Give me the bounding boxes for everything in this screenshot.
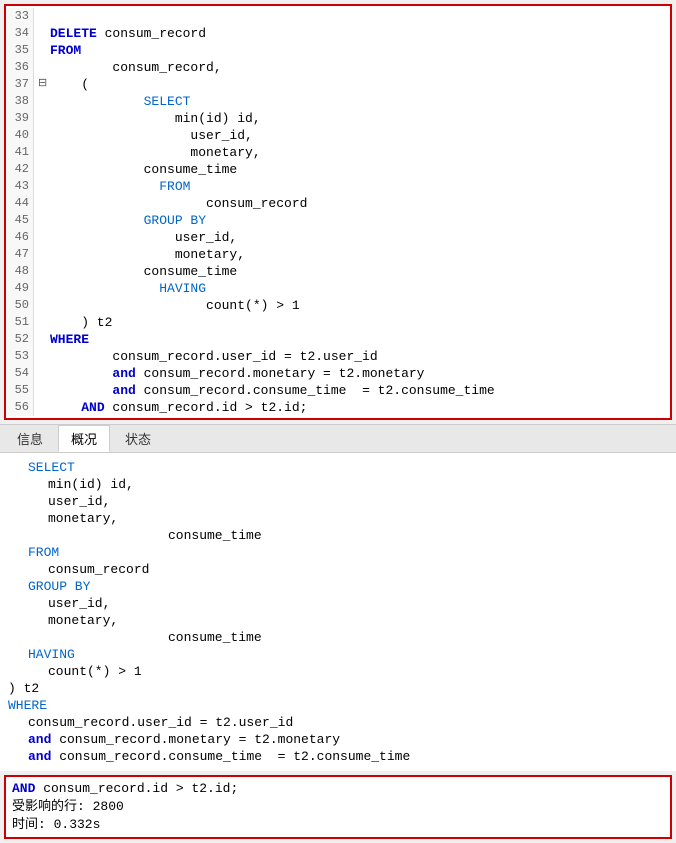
code-line-48: 48 consume_time: [6, 263, 670, 280]
bottom-line-10: ) t2: [8, 680, 668, 697]
bottom-line-3: monetary,: [8, 510, 668, 527]
code-line-34: 34 DELETE consum_record: [6, 25, 670, 42]
tab-status[interactable]: 状态: [112, 425, 164, 452]
bottom-line-9: count(*) > 1: [8, 663, 668, 680]
code-line-54: 54 and consum_record.monetary = t2.monet…: [6, 365, 670, 382]
bottom-sql-content: SELECT min(id) id, user_id, monetary, co…: [8, 457, 668, 767]
bottom-line-from: FROM: [8, 544, 668, 561]
code-line-51: 51 ) t2: [6, 314, 670, 331]
code-line-40: 40 user_id,: [6, 127, 670, 144]
bottom-line-11: consum_record.user_id = t2.user_id: [8, 714, 668, 731]
bottom-line-6: user_id,: [8, 595, 668, 612]
code-line-35: 35 FROM: [6, 42, 670, 59]
code-line-39: 39 min(id) id,: [6, 110, 670, 127]
bottom-line-groupby: GROUP BY: [8, 578, 668, 595]
fold-icon-37[interactable]: ⊟: [38, 76, 50, 93]
bottom-line-8: consume_time: [8, 629, 668, 646]
bottom-line-1: min(id) id,: [8, 476, 668, 493]
code-line-38: 38 SELECT: [6, 93, 670, 110]
bottom-line-2: user_id,: [8, 493, 668, 510]
code-line-37: 37 ⊟ (: [6, 76, 670, 93]
bottom-line-4: consume_time: [8, 527, 668, 544]
code-line-52: 52 WHERE: [6, 331, 670, 348]
code-line-56: 56 AND consum_record.id > t2.id;: [6, 399, 670, 416]
result-box: AND consum_record.id > t2.id; 受影响的行: 280…: [4, 775, 672, 839]
bottom-line-having: HAVING: [8, 646, 668, 663]
bottom-line-7: monetary,: [8, 612, 668, 629]
code-line-53: 53 consum_record.user_id = t2.user_id: [6, 348, 670, 365]
code-line-36: 36 consum_record,: [6, 59, 670, 76]
code-line-50: 50 count(*) > 1: [6, 297, 670, 314]
code-line-43: 43 FROM: [6, 178, 670, 195]
bottom-panel: SELECT min(id) id, user_id, monetary, co…: [0, 453, 676, 771]
bottom-line-select: SELECT: [8, 459, 668, 476]
code-line-55: 55 and consum_record.consume_time = t2.c…: [6, 382, 670, 399]
code-line-41: 41 monetary,: [6, 144, 670, 161]
bottom-line-5: consum_record: [8, 561, 668, 578]
result-affected-rows: 受影响的行: 2800: [12, 798, 664, 816]
code-line-49: 49 HAVING: [6, 280, 670, 297]
code-line-45: 45 GROUP BY: [6, 212, 670, 229]
sql-editor-top[interactable]: 33 34 DELETE consum_record 35 FROM 36 co…: [6, 8, 670, 416]
tabs-bar: 信息 概况 状态: [0, 424, 676, 453]
code-line-46: 46 user_id,: [6, 229, 670, 246]
bottom-line-13: and consum_record.consume_time = t2.cons…: [8, 748, 668, 765]
tab-overview[interactable]: 概况: [58, 425, 110, 452]
code-line-47: 47 monetary,: [6, 246, 670, 263]
tab-info[interactable]: 信息: [4, 425, 56, 452]
bottom-line-where: WHERE: [8, 697, 668, 714]
code-line-42: 42 consume_time: [6, 161, 670, 178]
result-line-1: AND consum_record.id > t2.id;: [12, 780, 664, 798]
top-code-panel: 33 34 DELETE consum_record 35 FROM 36 co…: [4, 4, 672, 420]
result-time: 时间: 0.332s: [12, 816, 664, 834]
code-line-44: 44 consum_record: [6, 195, 670, 212]
bottom-line-12: and consum_record.monetary = t2.monetary: [8, 731, 668, 748]
code-line-33: 33: [6, 8, 670, 25]
